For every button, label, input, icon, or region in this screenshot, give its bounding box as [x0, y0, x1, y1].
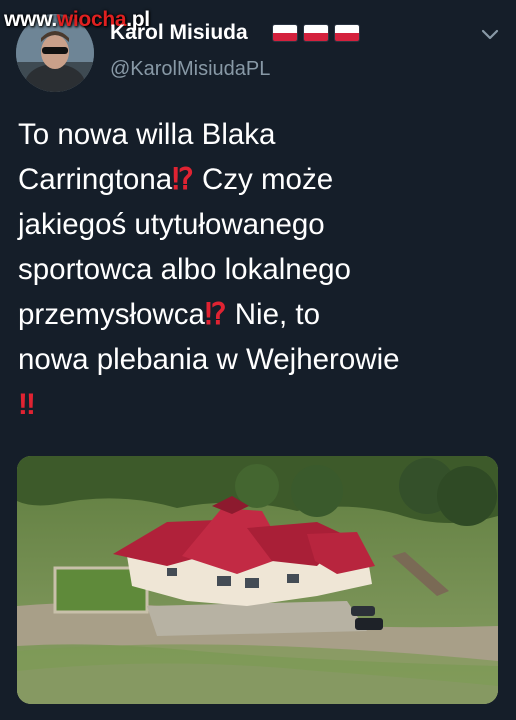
poland-flag-icon [303, 24, 329, 42]
chevron-down-icon[interactable] [478, 22, 502, 46]
poland-flag-icon [272, 24, 298, 42]
poland-flag-icon [334, 24, 360, 42]
tweet-line: przemysłowca⁉ Nie, to [18, 298, 320, 331]
tweet-line: To nowa willa Blaka [18, 118, 276, 151]
tweet-line: jakiegoś utytułowanego [18, 208, 325, 241]
user-handle[interactable]: @KarolMisiudaPL [110, 58, 270, 81]
tweet-line: ‼ [18, 382, 506, 427]
tweet-photo[interactable] [17, 456, 498, 704]
exclamation-question-icon: ⁉ [172, 163, 194, 196]
double-exclamation-icon: ‼ [18, 388, 36, 421]
tweet-text: To nowa willa Blaka Carringtona⁉ Czy moż… [18, 112, 506, 427]
flag-emojis [272, 24, 360, 42]
tweet-line: sportowca albo lokalnego [18, 253, 351, 286]
display-name[interactable]: Karol Misiuda [110, 21, 248, 45]
tweet-line: Carringtona⁉ Czy może [18, 163, 334, 196]
exclamation-question-icon: ⁉ [204, 298, 227, 331]
tweet-header: www.wiocha.pl Karol Misiuda @KarolMisiud… [0, 0, 516, 100]
tweet-line: nowa plebania w Wejherowie [18, 343, 400, 376]
